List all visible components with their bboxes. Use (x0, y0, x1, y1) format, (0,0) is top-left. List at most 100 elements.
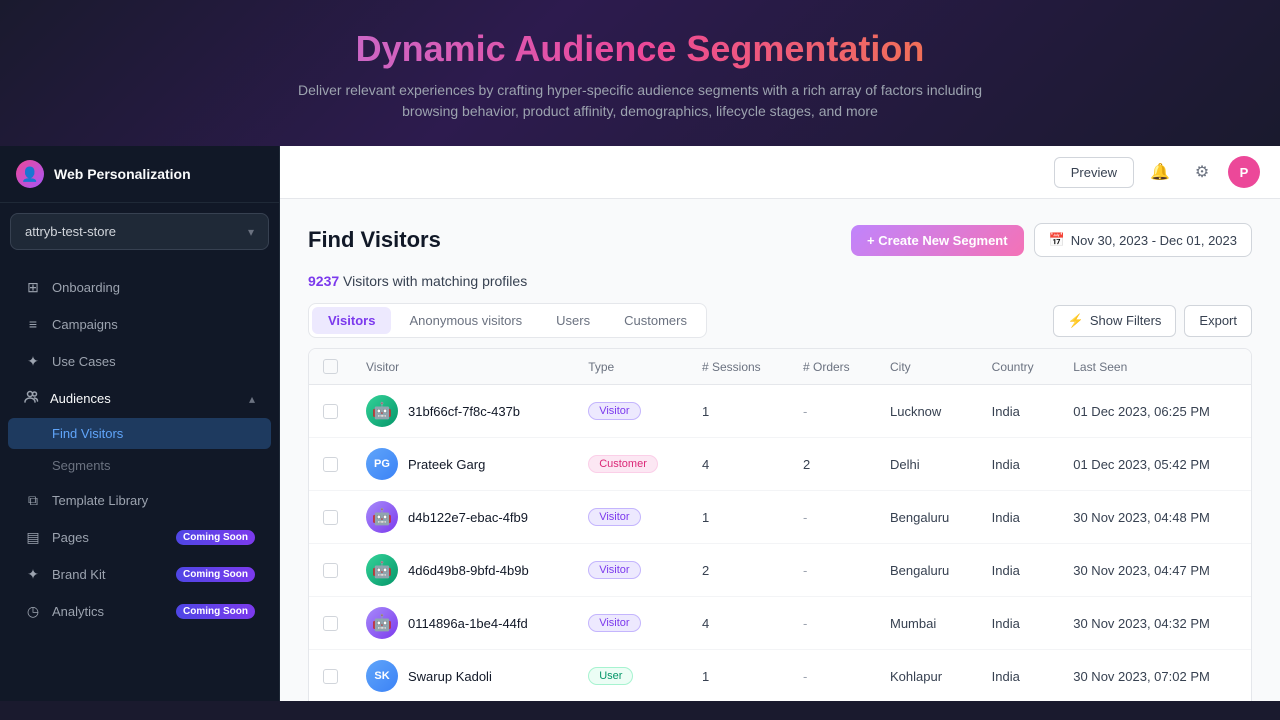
segments-label: Segments (52, 458, 111, 473)
sidebar-item-pages[interactable]: ▤ Pages Coming Soon (8, 519, 271, 555)
row-checkbox[interactable] (323, 510, 338, 525)
top-bar: Preview 🔔 ⚙ P (280, 146, 1280, 199)
user-avatar[interactable]: P (1228, 156, 1260, 188)
visitor-avatar: 🤖 (366, 554, 398, 586)
row-checkbox[interactable] (323, 457, 338, 472)
city-cell: Mumbai (876, 597, 978, 650)
type-badge: User (588, 667, 633, 685)
star-icon: ✦ (24, 352, 42, 370)
template-icon: ⧉ (24, 491, 42, 509)
visitor-avatar: PG (366, 448, 398, 480)
sidebar-item-onboarding[interactable]: ⊞ Onboarding (8, 269, 271, 305)
sidebar-item-campaigns[interactable]: ≡ Campaigns (8, 306, 271, 342)
sidebar-item-label: Onboarding (52, 280, 120, 295)
orders-cell: - (789, 597, 876, 650)
tabs-container: Visitors Anonymous visitors Users Custom… (308, 303, 707, 338)
date-range-label: Nov 30, 2023 - Dec 01, 2023 (1071, 233, 1237, 248)
visitors-count-text: 9237 Visitors with matching profiles (308, 273, 1252, 289)
brand-icon: ✦ (24, 565, 42, 583)
type-badge: Visitor (588, 614, 640, 632)
select-all-checkbox[interactable] (323, 359, 338, 374)
row-checkbox[interactable] (323, 669, 338, 684)
last-seen-cell: 30 Nov 2023, 04:48 PM (1059, 491, 1251, 544)
date-range-picker[interactable]: 📅 Nov 30, 2023 - Dec 01, 2023 (1034, 223, 1252, 257)
visitor-name: 0114896a-1be4-44fd (408, 616, 528, 631)
sidebar: 👤 Web Personalization attryb-test-store … (0, 146, 280, 701)
sidebar-item-audiences[interactable]: Audiences ▴ (8, 380, 271, 417)
app-logo: 👤 (16, 160, 44, 188)
no-orders: - (803, 616, 807, 631)
no-orders: - (803, 404, 807, 419)
coming-soon-badge: Coming Soon (176, 604, 255, 619)
last-seen-cell: 30 Nov 2023, 04:32 PM (1059, 597, 1251, 650)
export-button[interactable]: Export (1184, 305, 1252, 337)
country-cell: India (978, 491, 1060, 544)
sessions-cell: 4 (688, 597, 789, 650)
country-cell: India (978, 385, 1060, 438)
settings-button[interactable]: ⚙ (1186, 156, 1218, 188)
header-actions: + Create New Segment 📅 Nov 30, 2023 - De… (851, 223, 1252, 257)
table-row: PG Prateek Garg Customer42DelhiIndia01 D… (309, 438, 1251, 491)
orders-cell: - (789, 544, 876, 597)
sidebar-item-brand-kit[interactable]: ✦ Brand Kit Coming Soon (8, 556, 271, 592)
hero-title: Dynamic Audience Segmentation (20, 28, 1260, 70)
orders-cell: - (789, 385, 876, 438)
city-cell: Delhi (876, 438, 978, 491)
sidebar-item-template-library[interactable]: ⧉ Template Library (8, 482, 271, 518)
last-seen-cell: 30 Nov 2023, 07:02 PM (1059, 650, 1251, 702)
preview-button[interactable]: Preview (1054, 157, 1134, 188)
sidebar-item-find-visitors[interactable]: Find Visitors (8, 418, 271, 449)
audiences-sub-nav: Find Visitors Segments (0, 418, 279, 481)
no-orders: - (803, 563, 807, 578)
type-badge: Visitor (588, 561, 640, 579)
visitor-avatar: SK (366, 660, 398, 692)
sidebar-item-use-cases[interactable]: ✦ Use Cases (8, 343, 271, 379)
visitor-cell: 🤖 4d6d49b8-9bfd-4b9b (366, 554, 560, 586)
list-icon: ≡ (24, 315, 42, 333)
type-badge: Visitor (588, 402, 640, 420)
sidebar-item-label: Use Cases (52, 354, 116, 369)
no-orders: - (803, 669, 807, 684)
row-checkbox[interactable] (323, 616, 338, 631)
notifications-button[interactable]: 🔔 (1144, 156, 1176, 188)
visitor-name: d4b122e7-ebac-4fb9 (408, 510, 528, 525)
visitor-cell: 🤖 d4b122e7-ebac-4fb9 (366, 501, 560, 533)
city-cell: Kohlapur (876, 650, 978, 702)
table-header-row: Visitor Type # Sessions # Orders City Co… (309, 349, 1251, 385)
visitor-avatar: 🤖 (366, 607, 398, 639)
tab-customers[interactable]: Customers (608, 307, 703, 334)
pages-icon: ▤ (24, 528, 42, 546)
sidebar-header: 👤 Web Personalization (0, 146, 279, 203)
page-title: Find Visitors (308, 227, 441, 253)
sidebar-item-segments[interactable]: Segments (8, 450, 271, 481)
visitor-name: 4d6d49b8-9bfd-4b9b (408, 563, 529, 578)
sidebar-nav: ⊞ Onboarding ≡ Campaigns ✦ Use Cases (0, 260, 279, 701)
row-checkbox[interactable] (323, 563, 338, 578)
last-seen-cell: 30 Nov 2023, 04:47 PM (1059, 544, 1251, 597)
sidebar-item-analytics[interactable]: ◷ Analytics Coming Soon (8, 593, 271, 629)
tab-actions: ⚡ Show Filters Export (1053, 305, 1252, 337)
store-selector[interactable]: attryb-test-store ▾ (10, 213, 269, 250)
tab-users[interactable]: Users (540, 307, 606, 334)
no-orders: - (803, 510, 807, 525)
page-header: Find Visitors + Create New Segment 📅 Nov… (308, 223, 1252, 257)
col-orders: # Orders (789, 349, 876, 385)
table-body: 🤖 31bf66cf-7f8c-437b Visitor1-LucknowInd… (309, 385, 1251, 702)
visitors-label: Visitors with matching profiles (343, 273, 527, 289)
chevron-down-icon: ▾ (248, 225, 254, 239)
orders-cell: 2 (789, 438, 876, 491)
pages-label: Pages (52, 530, 89, 545)
row-checkbox[interactable] (323, 404, 338, 419)
grid-icon: ⊞ (24, 278, 42, 296)
visitors-table-container: Visitor Type # Sessions # Orders City Co… (308, 348, 1252, 701)
col-last-seen: Last Seen (1059, 349, 1251, 385)
visitor-name: Prateek Garg (408, 457, 485, 472)
tab-visitors[interactable]: Visitors (312, 307, 391, 334)
create-segment-button[interactable]: + Create New Segment (851, 225, 1024, 256)
tab-anonymous[interactable]: Anonymous visitors (393, 307, 538, 334)
main-content: Preview 🔔 ⚙ P Find Visitors + Create New… (280, 146, 1280, 701)
show-filters-button[interactable]: ⚡ Show Filters (1053, 305, 1177, 337)
visitor-avatar: 🤖 (366, 501, 398, 533)
col-sessions: # Sessions (688, 349, 789, 385)
visitor-cell: 🤖 31bf66cf-7f8c-437b (366, 395, 560, 427)
